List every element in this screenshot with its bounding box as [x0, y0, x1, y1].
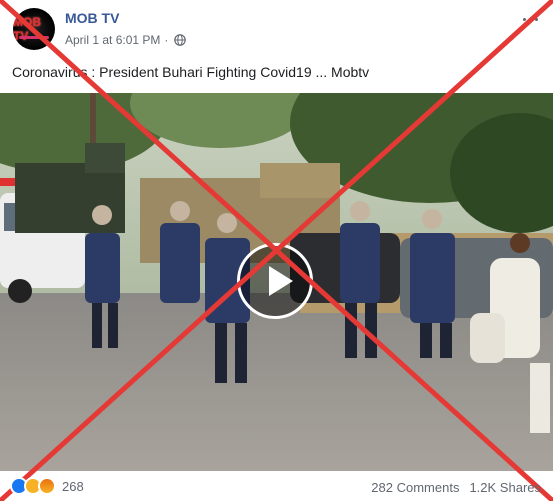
- meta-separator: ·: [164, 33, 169, 47]
- post-footer: 268 282 Comments 1.2K Shares: [0, 473, 553, 501]
- video-player[interactable]: [0, 93, 553, 471]
- reaction-count: 268: [62, 478, 84, 494]
- facebook-post: MOB TV MOB TV April 1 at 6:01 PM · Coron…: [0, 0, 553, 501]
- angry-icon: [38, 477, 56, 495]
- engagement-stats: 282 Comments 1.2K Shares: [371, 480, 541, 495]
- reactions-summary[interactable]: 268: [10, 477, 84, 495]
- page-name-link[interactable]: MOB TV: [65, 10, 119, 26]
- post-meta: April 1 at 6:01 PM ·: [65, 33, 187, 47]
- shares-count-link[interactable]: 1.2K Shares: [469, 480, 541, 495]
- play-icon[interactable]: [237, 243, 313, 319]
- post-caption: Coronavirus : President Buhari Fighting …: [12, 64, 370, 80]
- post-timestamp[interactable]: April 1 at 6:01 PM: [65, 33, 160, 47]
- globe-icon[interactable]: [174, 34, 187, 46]
- more-options-icon[interactable]: [521, 12, 539, 26]
- page-avatar[interactable]: MOB TV: [13, 8, 55, 50]
- comments-count-link[interactable]: 282 Comments: [371, 480, 459, 495]
- avatar-logo-bar: [19, 36, 49, 39]
